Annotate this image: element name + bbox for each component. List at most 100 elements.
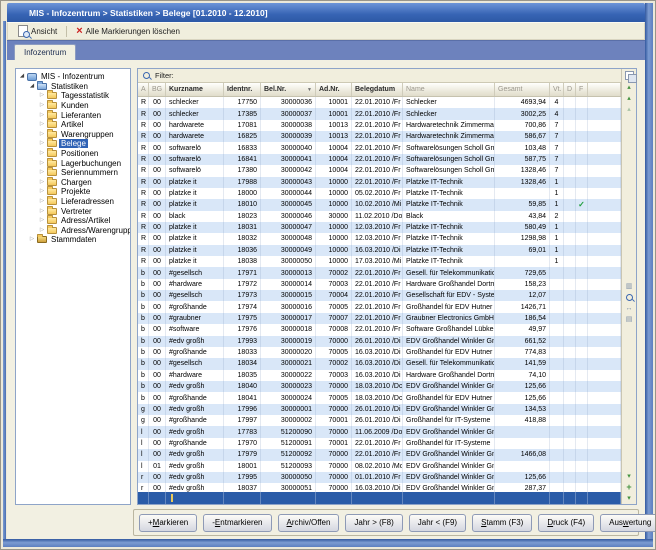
expand-arrow-icon[interactable]: ▷ — [38, 149, 46, 158]
export-icon[interactable]: ▤ — [624, 315, 635, 324]
tree-item-belege[interactable]: ▷Belege — [16, 139, 130, 149]
columns-icon[interactable]: ▥ — [624, 282, 635, 291]
expand-arrow-icon[interactable]: ▷ — [38, 139, 46, 148]
archiv-offen-button[interactable]: Archiv/Offen — [278, 514, 340, 532]
table-row[interactable]: R00black18023300000463000011.02.2010 /Do… — [138, 211, 621, 222]
tree-item-stammdaten[interactable]: ▷Stammdaten — [16, 235, 130, 245]
col-header-bel-nr[interactable]: Bel.Nr.▼ — [261, 83, 316, 96]
expand-arrow-icon[interactable]: ▷ — [38, 216, 46, 225]
table-row[interactable]: r00#edv großh18037300000517000016.03.201… — [138, 483, 621, 492]
col-header-d[interactable]: D — [564, 83, 576, 96]
expand-arrow-icon[interactable]: ▷ — [38, 120, 46, 129]
scroll-top-icon[interactable]: ▴ — [624, 82, 635, 91]
tree-item-artikel[interactable]: ▷Artikel — [16, 120, 130, 130]
table-row[interactable]: R00schlecker17385300000371000122.01.2010… — [138, 108, 621, 119]
table-row[interactable]: b00#hardware18035300000227000316.03.2010… — [138, 370, 621, 381]
table-row[interactable]: l01#edv großh18001512000937000008.02.201… — [138, 461, 621, 472]
col-header-belegdatum[interactable]: Belegdatum — [352, 83, 403, 96]
table-row[interactable]: b00#gesellsch17971300000137000222.01.201… — [138, 267, 621, 278]
tree-item-kunden[interactable]: ▷Kunden — [16, 101, 130, 111]
ansicht-button[interactable]: Ansicht — [14, 24, 61, 38]
table-row[interactable]: b00#graubner17975300000177000722.01.2010… — [138, 313, 621, 324]
table-row[interactable]: b00#hardware17972300000147000322.01.2010… — [138, 279, 621, 290]
table-row[interactable]: l00#großhande17970512000917000122.01.201… — [138, 438, 621, 449]
table-row[interactable]: R00platzke it18031300000471000012.03.201… — [138, 222, 621, 233]
table-row[interactable]: b00#edv großh18040300000237000018.03.201… — [138, 381, 621, 392]
col-header-filler[interactable] — [588, 83, 621, 96]
scroll-page-up-icon[interactable]: ▴ — [624, 104, 635, 113]
table-row[interactable]: b00#großhande18041300000247000518.03.201… — [138, 392, 621, 403]
table-row[interactable]: l00#edv großh17979512000927000022.01.201… — [138, 449, 621, 460]
tab-infozentrum[interactable]: Infozentrum — [14, 44, 76, 60]
table-row[interactable]: R00platzke it18038300000501000017.03.201… — [138, 256, 621, 267]
tree-item-seriennummern[interactable]: ▷Seriennummern — [16, 168, 130, 178]
col-header-gesamt[interactable]: Gesamt — [495, 83, 550, 96]
table-row[interactable]: b00#edv großh17993300000197000026.01.201… — [138, 336, 621, 347]
expand-arrow-icon[interactable]: ▷ — [38, 111, 46, 120]
scroll-end-icon[interactable]: ▾ — [624, 493, 635, 502]
table-row[interactable]: R00platzke it18032300000481000012.03.201… — [138, 233, 621, 244]
table-row[interactable]: R00platzke it17988300000431000022.01.201… — [138, 177, 621, 188]
col-header-identnr[interactable]: Identnr. — [224, 83, 261, 96]
tree-item-statistiken[interactable]: ◢Statistiken — [16, 82, 130, 92]
entmarkieren-button[interactable]: - Entmarkieren — [203, 514, 271, 532]
tree-item-lieferanten[interactable]: ▷Lieferanten — [16, 110, 130, 120]
col-header-ad-nr[interactable]: Ad.Nr. — [316, 83, 352, 96]
table-row[interactable]: b00#großhande17974300000167000522.01.201… — [138, 301, 621, 312]
table-row[interactable]: r00#edv großh17995300000507000001.01.201… — [138, 472, 621, 483]
expand-arrow-icon[interactable]: ▷ — [38, 178, 46, 187]
tree-item-adress-artikel[interactable]: ▷Adress/Artikel — [16, 216, 130, 226]
table-row[interactable]: R00platzke it18000300000441000005.02.201… — [138, 188, 621, 199]
table-row[interactable]: R00platzke it18010300000451000010.02.201… — [138, 199, 621, 210]
scroll-up-icon[interactable]: ▴ — [624, 93, 635, 102]
druck-button[interactable]: Druck (F4) — [538, 514, 594, 532]
table-row[interactable]: g00#edv großh17996300000017000026.01.201… — [138, 404, 621, 415]
table-row[interactable]: R00hardwarete17081300000381001322.01.201… — [138, 120, 621, 131]
table-row[interactable]: b00#gesellsch17973300000157000422.01.201… — [138, 290, 621, 301]
clear-markings-button[interactable]: × Alle Markierungen löschen — [72, 25, 184, 37]
table-row[interactable]: R00schlecker17750300000361000122.01.2010… — [138, 97, 621, 108]
table-row[interactable]: b00#großhande18033300000207000516.03.201… — [138, 347, 621, 358]
collapse-arrow-icon[interactable]: ◢ — [28, 82, 36, 91]
markieren-button[interactable]: + Markieren — [139, 514, 197, 532]
tree-item-vertreter[interactable]: ▷Vertreter — [16, 206, 130, 216]
tree-item-adress-warengruppen[interactable]: ▷Adress/Warengruppen — [16, 226, 130, 236]
tree-item-lieferadressen[interactable]: ▷Lieferadressen — [16, 197, 130, 207]
col-header-f[interactable]: F — [576, 83, 588, 96]
jahr-zurueck-button[interactable]: Jahr < (F9) — [409, 514, 466, 532]
append-record-icon[interactable]: + — [624, 482, 635, 491]
tree-item-chargen[interactable]: ▷Chargen — [16, 178, 130, 188]
col-header-name[interactable]: Name — [403, 83, 495, 96]
expand-arrow-icon[interactable]: ▷ — [28, 235, 36, 244]
tree-item-projekte[interactable]: ▷Projekte — [16, 187, 130, 197]
scroll-down-icon[interactable]: ▾ — [624, 471, 635, 480]
col-header-a[interactable]: A — [138, 83, 149, 96]
expand-arrow-icon[interactable]: ▷ — [38, 159, 46, 168]
jahr-vor-button[interactable]: Jahr > (F8) — [345, 514, 402, 532]
table-row[interactable]: R00softwarelö17380300000421000422.01.201… — [138, 165, 621, 176]
copy-grid-icon[interactable] — [624, 71, 635, 80]
stamm-button[interactable]: Stamm (F3) — [472, 514, 532, 532]
col-header-vt[interactable]: Vt. — [550, 83, 564, 96]
table-row[interactable]: R00softwarelö16841300000411000422.01.201… — [138, 154, 621, 165]
expand-arrow-icon[interactable]: ▷ — [38, 91, 46, 100]
col-header-bg[interactable]: BG — [149, 83, 166, 96]
table-row[interactable]: R00platzke it18036300000491000016.03.201… — [138, 245, 621, 256]
tree-item-positionen[interactable]: ▷Positionen — [16, 149, 130, 159]
expand-arrow-icon[interactable]: ▷ — [38, 130, 46, 139]
col-header-kurzname[interactable]: Kurzname — [166, 83, 224, 96]
title-bar[interactable]: MIS - Infozentrum > Statistiken > Belege… — [7, 3, 645, 22]
auswertung-button[interactable]: Auswertung — [600, 514, 656, 532]
grid-append-row-selected[interactable] — [138, 492, 621, 504]
expand-arrow-icon[interactable]: ▷ — [38, 187, 46, 196]
tree-item-tagesstatistik[interactable]: ▷Tagesstatistik — [16, 91, 130, 101]
expand-arrow-icon[interactable]: ▷ — [38, 197, 46, 206]
tree-item-lagerbuchungen[interactable]: ▷Lagerbuchungen — [16, 158, 130, 168]
table-row[interactable]: R00hardwarete16825300000391001322.01.201… — [138, 131, 621, 142]
expand-arrow-icon[interactable]: ▷ — [38, 101, 46, 110]
expand-arrow-icon[interactable]: ▷ — [38, 207, 46, 216]
table-row[interactable]: g00#großhande17997300000027000126.01.201… — [138, 415, 621, 426]
tree-item-mis-infozentrum[interactable]: ◢MIS - Infozentrum — [16, 72, 130, 82]
filter-bar[interactable]: Filter: — [138, 69, 621, 83]
expand-arrow-icon[interactable]: ▷ — [38, 168, 46, 177]
